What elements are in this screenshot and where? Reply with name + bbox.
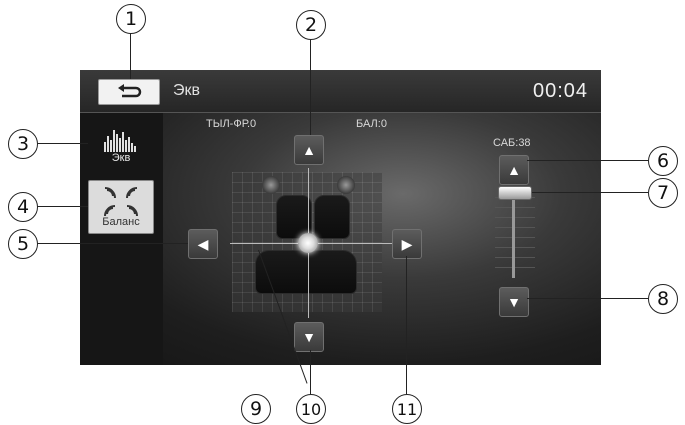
balance-value: БАЛ:0 <box>356 118 387 130</box>
balance-button[interactable]: Баланс <box>88 180 154 234</box>
arrow-down-icon: ▼ <box>302 329 316 345</box>
callout-7: 7 <box>648 178 678 208</box>
balance-left-button[interactable]: ◀ <box>188 229 218 259</box>
subwoofer-down-button[interactable]: ▼ <box>499 287 529 317</box>
back-arrow-icon <box>118 84 142 98</box>
callout-leader-2 <box>310 37 311 135</box>
front-right-speaker-icon <box>337 176 355 194</box>
callout-3: 3 <box>8 129 38 159</box>
callout-leader-3 <box>36 143 88 144</box>
equalizer-label: Экв <box>111 152 131 164</box>
arrow-down-icon: ▼ <box>507 294 521 310</box>
callout-leader-1 <box>130 31 131 79</box>
rear-seat-icon <box>255 250 357 294</box>
clock: 00:04 <box>533 80 589 102</box>
callout-2: 2 <box>296 10 326 40</box>
arrow-right-icon: ▶ <box>401 235 413 252</box>
callout-6: 6 <box>648 146 678 176</box>
callout-leader-7 <box>532 192 648 193</box>
balance-position-knob[interactable] <box>298 233 318 253</box>
subwoofer-slider-rail[interactable] <box>512 192 515 278</box>
callout-leader-4 <box>36 206 88 207</box>
arrow-left-icon: ◀ <box>197 235 209 252</box>
callout-9: 9 <box>241 394 271 424</box>
balance-speakers-icon <box>104 187 138 216</box>
callout-leader-8 <box>527 298 648 299</box>
callout-leader-6 <box>527 160 648 161</box>
callout-5: 5 <box>8 229 38 259</box>
equalizer-button[interactable]: Экв <box>89 120 153 172</box>
callout-leader-5 <box>36 243 188 244</box>
subwoofer-slider-thumb[interactable] <box>498 186 532 200</box>
subwoofer-scale <box>495 185 535 285</box>
balance-right-button[interactable]: ▶ <box>392 229 422 259</box>
back-button[interactable] <box>98 79 160 105</box>
callout-10: 10 <box>296 394 326 424</box>
callout-leader-10 <box>310 350 311 394</box>
fader-value: ТЫЛ-ФР.0 <box>206 118 257 130</box>
fader-front-button[interactable]: ▲ <box>294 135 324 165</box>
subwoofer-up-button[interactable]: ▲ <box>499 155 529 185</box>
front-right-seat-icon <box>314 195 350 239</box>
front-left-speaker-icon <box>262 176 280 194</box>
balance-label: Баланс <box>102 216 140 228</box>
screen-title: Экв <box>173 82 200 99</box>
callout-1: 1 <box>116 4 146 34</box>
fader-rear-button[interactable]: ▼ <box>294 322 324 352</box>
equalizer-icon <box>104 130 136 152</box>
callout-11: 11 <box>392 394 422 424</box>
arrow-up-icon: ▲ <box>302 142 316 158</box>
callout-8: 8 <box>648 284 678 314</box>
subwoofer-value: САБ:38 <box>493 137 531 149</box>
callout-leader-11 <box>406 256 407 394</box>
arrow-up-icon: ▲ <box>507 162 521 178</box>
callout-4: 4 <box>8 192 38 222</box>
